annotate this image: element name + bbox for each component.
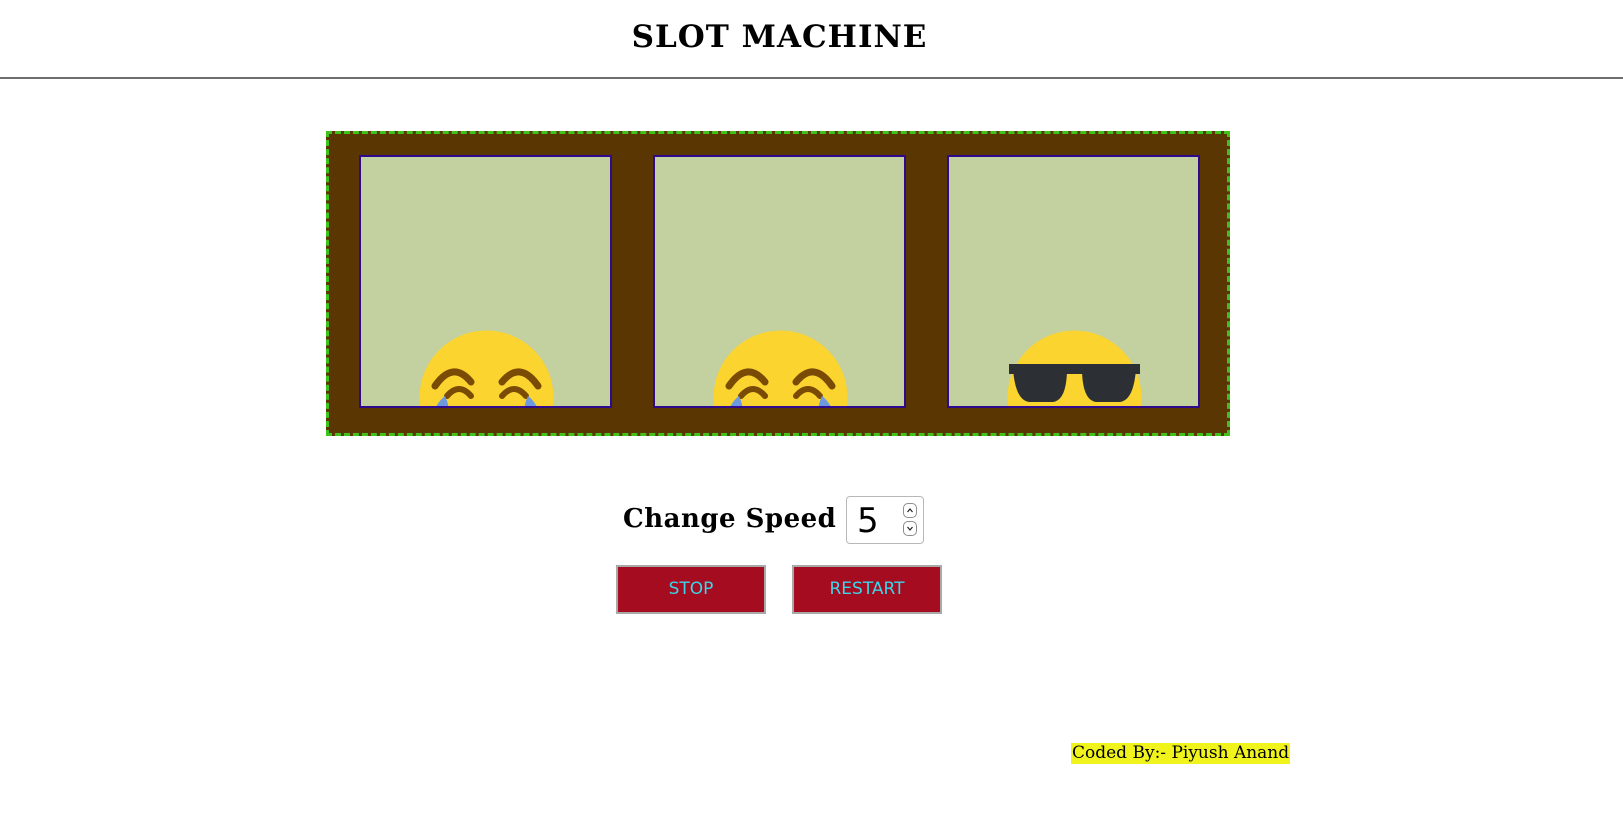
page-title: SLOT MACHINE — [631, 19, 928, 55]
speed-increment-button[interactable] — [903, 503, 917, 518]
author-credit: Coded By:- Piyush Anand — [1071, 743, 1291, 764]
tears-of-joy-emoji-icon — [713, 330, 848, 406]
restart-button[interactable]: RESTART — [792, 565, 942, 614]
header-divider — [0, 77, 1623, 79]
reel-2 — [653, 155, 906, 408]
speed-label: Change Speed — [623, 504, 837, 534]
speed-value: 5 — [857, 501, 879, 541]
slot-machine-page: SLOT MACHINE Change Speed 5 STOP RESTART… — [0, 0, 1623, 816]
chevron-down-icon — [907, 526, 913, 531]
reel-1 — [359, 155, 612, 408]
stop-button[interactable]: STOP — [616, 565, 766, 614]
slot-machine-frame — [326, 131, 1230, 436]
speed-decrement-button[interactable] — [903, 521, 917, 536]
sunglasses-emoji-icon — [1007, 330, 1142, 406]
speed-number-input[interactable]: 5 — [846, 496, 924, 544]
reel-3 — [947, 155, 1200, 408]
chevron-up-icon — [907, 508, 913, 513]
tears-of-joy-emoji-icon — [419, 330, 554, 406]
